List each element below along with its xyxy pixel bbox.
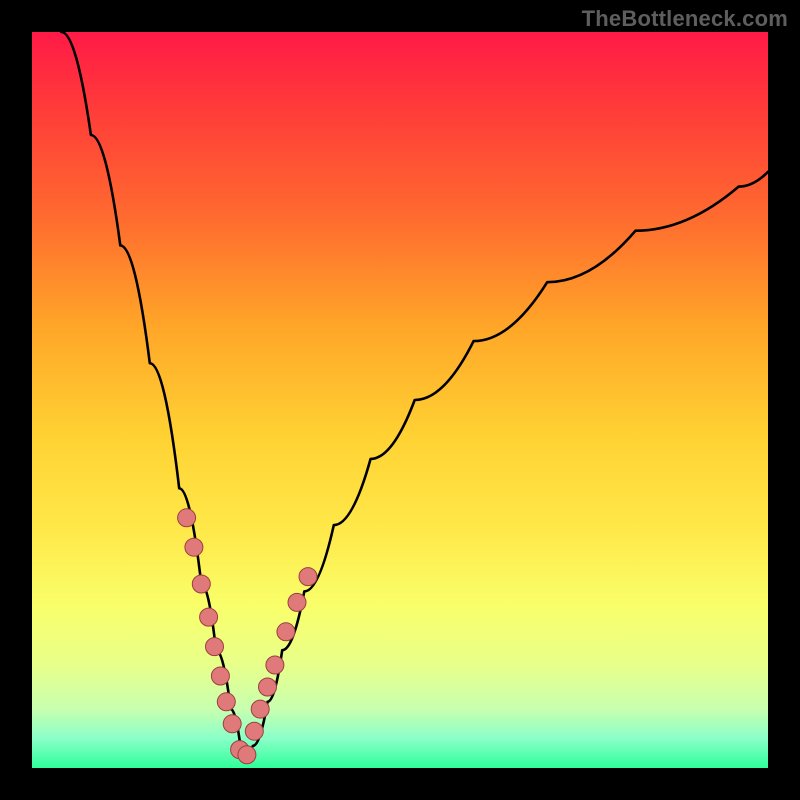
highlight-dot [299, 568, 317, 586]
highlight-dot [206, 638, 224, 656]
highlight-dot [288, 593, 306, 611]
highlight-dot [217, 693, 235, 711]
highlight-dot [200, 608, 218, 626]
highlight-dot [266, 656, 284, 674]
highlight-dot [178, 509, 196, 527]
highlight-dots [178, 509, 317, 764]
highlight-dot [259, 678, 277, 696]
watermark-text: TheBottleneck.com [582, 6, 788, 32]
plot-area [32, 32, 768, 768]
highlight-dot [192, 575, 210, 593]
highlight-dot [223, 715, 241, 733]
highlight-dot [245, 722, 263, 740]
highlight-dot [211, 667, 229, 685]
highlight-dot [238, 746, 256, 764]
chart-frame: TheBottleneck.com [0, 0, 800, 800]
highlight-dot [185, 538, 203, 556]
bottleneck-curve [61, 32, 768, 757]
chart-svg [32, 32, 768, 768]
highlight-dot [251, 700, 269, 718]
highlight-dot [277, 623, 295, 641]
